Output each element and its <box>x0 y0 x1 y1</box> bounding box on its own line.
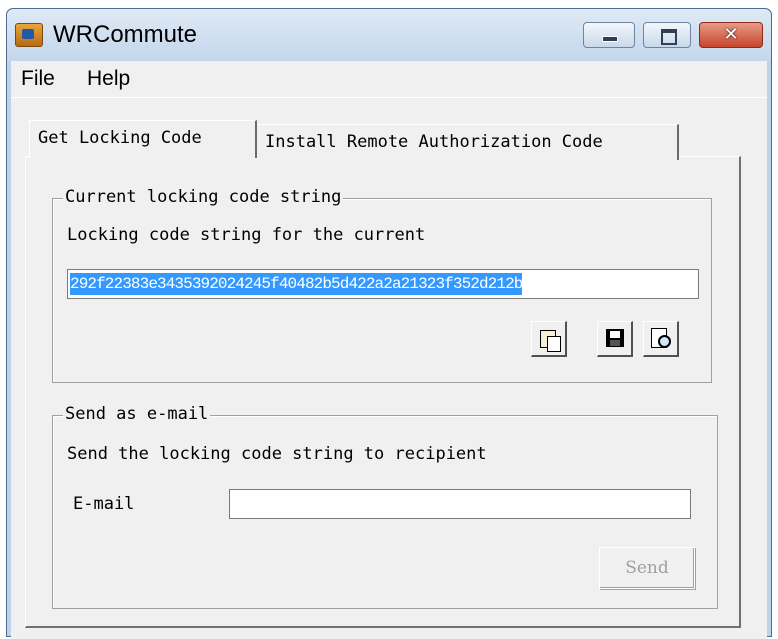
locking-code-field[interactable]: 292f22383e3435392024245f40482b5d422a2a21… <box>67 269 699 299</box>
group-title-email: Send as e-mail <box>63 404 211 424</box>
menu-bar: File Help <box>11 61 767 97</box>
locking-code-group: Current locking code string Locking code… <box>52 187 712 383</box>
locking-description: Locking code string for the current <box>67 225 426 245</box>
view-button[interactable] <box>643 321 679 357</box>
tab-page-get-locking-code: Current locking code string Locking code… <box>25 156 741 628</box>
maximize-button[interactable] <box>643 22 691 48</box>
email-label: E-mail <box>73 494 135 514</box>
email-description: Send the locking code string to recipien… <box>67 444 487 464</box>
tab-get-locking-code[interactable]: Get Locking Code <box>29 120 257 158</box>
app-window: WRCommute ✕ File Help Current locking co… <box>6 8 772 639</box>
tab-install-remote-authorization-code[interactable]: Install Remote Authorization Code <box>257 124 679 160</box>
minimize-button[interactable] <box>583 22 635 48</box>
app-icon[interactable] <box>15 23 43 47</box>
close-button[interactable]: ✕ <box>699 22 763 48</box>
send-button[interactable]: Send <box>599 547 695 589</box>
view-icon <box>651 328 671 348</box>
email-group: Send as e-mail Send the locking code str… <box>52 404 718 609</box>
save-icon <box>606 329 624 347</box>
email-field[interactable] <box>229 489 691 519</box>
group-title-locking: Current locking code string <box>63 187 344 207</box>
minimize-icon <box>602 36 618 42</box>
save-button[interactable] <box>597 321 633 357</box>
menu-help[interactable]: Help <box>87 67 130 91</box>
title-bar[interactable]: WRCommute ✕ <box>7 9 771 61</box>
maximize-icon <box>661 29 677 45</box>
locking-code-value: 292f22383e3435392024245f40482b5d422a2a21… <box>70 273 523 295</box>
window-title: WRCommute <box>53 21 198 48</box>
copy-icon <box>540 330 561 352</box>
close-icon: ✕ <box>723 24 739 45</box>
main-panel: Current locking code string Locking code… <box>11 97 767 639</box>
client-area: File Help Current locking code string Lo… <box>11 61 767 639</box>
menu-file[interactable]: File <box>21 67 55 91</box>
copy-button[interactable] <box>531 321 567 357</box>
